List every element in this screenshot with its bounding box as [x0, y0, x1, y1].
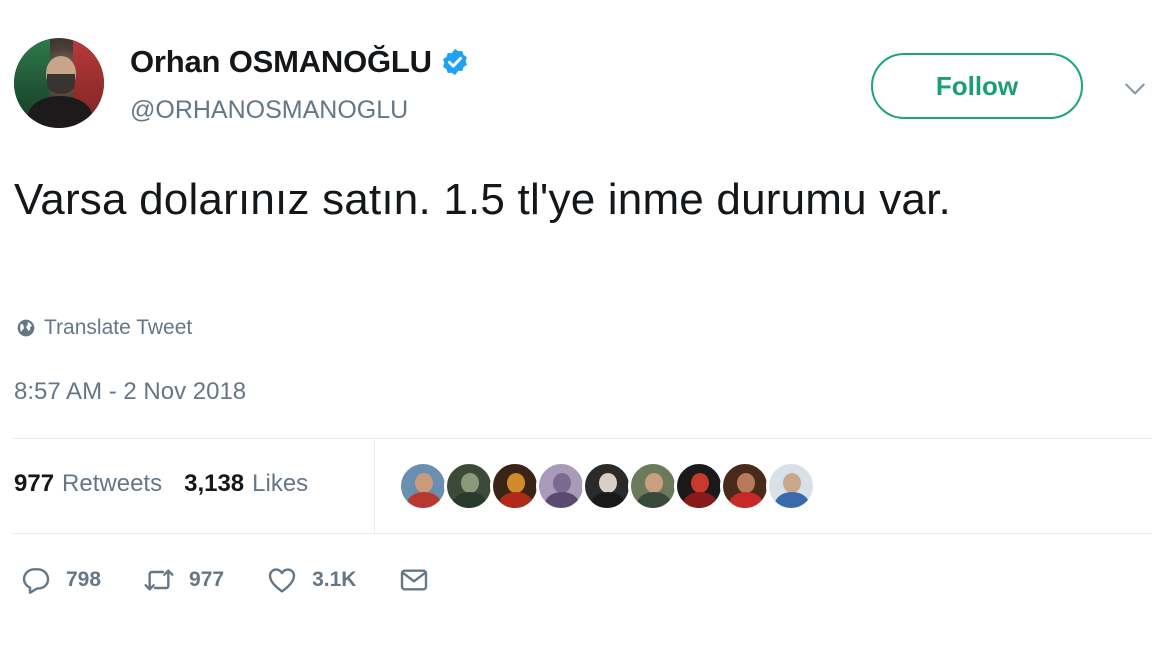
retweet-count: 977: [189, 568, 225, 591]
reply-icon: [22, 568, 50, 594]
reply-count: 798: [66, 568, 102, 591]
translate-label: Translate Tweet: [44, 316, 193, 339]
display-name[interactable]: Orhan OSMANOĞLU: [130, 44, 432, 80]
liker-avatar[interactable]: [444, 461, 494, 511]
translate-tweet-link[interactable]: Translate Tweet: [16, 316, 192, 340]
tweet-actions: 798 977 3.1K: [20, 564, 472, 596]
liker-avatar[interactable]: [398, 461, 448, 511]
liker-avatar[interactable]: [720, 461, 770, 511]
chevron-down-icon[interactable]: [1122, 76, 1148, 102]
like-count: 3.1K: [312, 568, 357, 591]
likes-label[interactable]: Likes: [252, 470, 308, 498]
liker-avatar[interactable]: [536, 461, 586, 511]
tweet-stats: 977 Retweets 3,138 Likes: [14, 470, 330, 498]
follow-button[interactable]: Follow: [871, 53, 1083, 119]
verified-badge-icon: [442, 48, 467, 76]
liker-avatar[interactable]: [674, 461, 724, 511]
avatar-beard: [47, 74, 75, 94]
tweet-text: Varsa dolarınız satın. 1.5 tl'ye inme du…: [14, 175, 951, 224]
retweet-icon: [144, 569, 174, 591]
stats-vertical-divider: [374, 440, 375, 533]
liker-avatars: [398, 461, 816, 511]
direct-message-button[interactable]: [398, 564, 430, 596]
retweet-button[interactable]: 977: [143, 564, 224, 596]
liker-avatar[interactable]: [582, 461, 632, 511]
reply-button[interactable]: 798: [20, 564, 101, 596]
likes-count[interactable]: 3,138: [184, 470, 244, 498]
like-button[interactable]: 3.1K: [266, 564, 356, 596]
avatar-body: [28, 96, 92, 128]
user-handle[interactable]: @ORHANOSMANOGLU: [130, 96, 408, 125]
divider-top: [12, 438, 1152, 439]
avatar[interactable]: [14, 38, 104, 128]
liker-avatar[interactable]: [766, 461, 816, 511]
retweets-count[interactable]: 977: [14, 470, 54, 498]
liker-avatar[interactable]: [628, 461, 678, 511]
globe-icon: [17, 319, 35, 337]
heart-icon: [268, 568, 296, 593]
envelope-icon: [401, 569, 428, 591]
divider-bottom: [12, 533, 1152, 534]
tweet-timestamp[interactable]: 8:57 AM - 2 Nov 2018: [14, 378, 246, 406]
retweets-label[interactable]: Retweets: [62, 470, 162, 498]
name-row: Orhan OSMANOĞLU: [130, 44, 470, 80]
liker-avatar[interactable]: [490, 461, 540, 511]
